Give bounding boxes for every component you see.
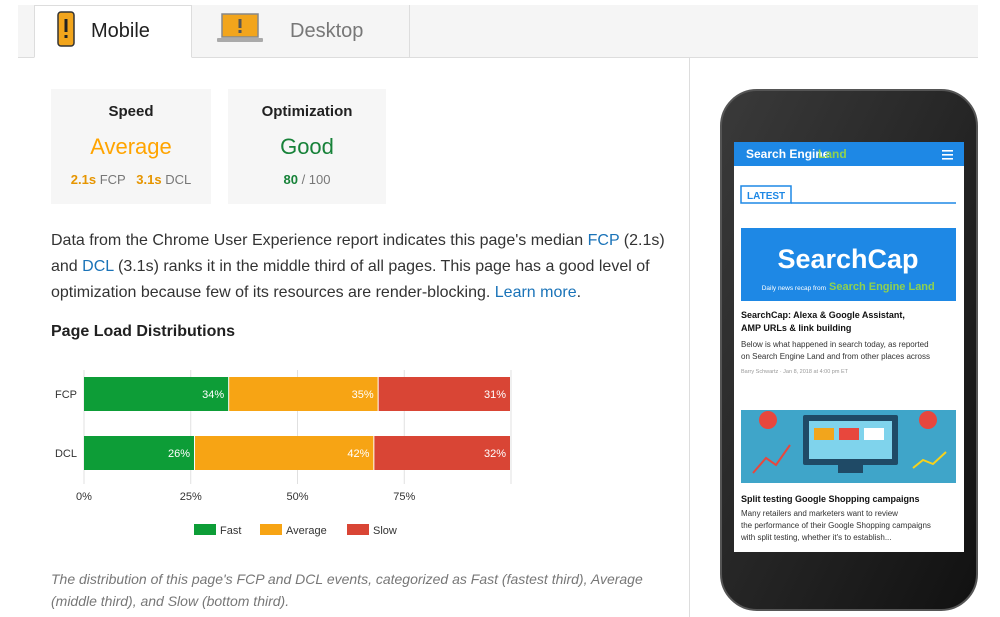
speed-metrics: 2.1s FCP 3.1s DCL — [51, 172, 211, 187]
legend-swatch-average — [260, 524, 282, 535]
x-tick-2: 50% — [286, 491, 308, 503]
chart-caption: The distribution of this page's FCP and … — [51, 571, 643, 609]
phone-article1-meta: Barry Schwartz · Jan 8, 2018 at 4:00 pm … — [741, 369, 849, 375]
optimization-score-line: 80 / 100 — [228, 172, 386, 187]
phone-article1-title-l1: SearchCap: Alexa & Google Assistant, — [741, 310, 905, 320]
mobile-phone-icon — [55, 10, 77, 53]
category-label-dcl: DCL — [55, 448, 77, 460]
device-tab-bar: Mobile Desktop — [18, 5, 978, 58]
hamburger-menu-icon — [942, 150, 953, 160]
dcl-link[interactable]: DCL — [82, 258, 113, 275]
optimization-max: / 100 — [301, 172, 331, 187]
bar-label-fcp-slow: 31% — [484, 389, 506, 401]
fcp-value: 2.1s — [70, 172, 97, 187]
x-tick-3: 75% — [393, 491, 415, 503]
x-tick-1: 25% — [180, 491, 202, 503]
speed-title: Speed — [108, 103, 154, 120]
phone-article2-body-l1: Many retailers and marketers want to rev… — [741, 509, 898, 518]
bar-label-fcp-fast: 34% — [202, 389, 224, 401]
speed-card: Speed Average 2.1s FCP 3.1s DCL — [51, 89, 211, 204]
legend-label-average: Average — [286, 525, 327, 537]
x-tick-0: 0% — [76, 491, 92, 503]
section-title: Page Load Distributions — [51, 323, 236, 340]
phone-article1-body-l2: on Search Engine Land and from other pla… — [741, 352, 930, 361]
phone-article2-body-l3: with split testing, whether it's to esta… — [740, 533, 891, 542]
phone-article2-body-l2: the performance of their Google Shopping… — [741, 521, 931, 530]
legend-swatch-fast — [194, 524, 216, 535]
page-load-distribution-chart: FCP 34% 35% 31% DCL 26% 42% 32% 0% 25% 50% 75% Fast A… — [55, 370, 512, 537]
tab-desktop[interactable]: Desktop — [198, 5, 410, 57]
bar-label-fcp-average: 35% — [352, 389, 374, 401]
phone-hero-sub-brand: Search Engine Land — [829, 281, 935, 293]
panel-divider — [689, 57, 690, 617]
phone-section-label: LATEST — [747, 191, 785, 202]
bar-label-dcl-average: 42% — [347, 448, 369, 460]
optimization-card: Optimization Good 80 / 100 — [228, 89, 386, 204]
legend-label-fast: Fast — [220, 525, 241, 537]
tab-mobile-label: Mobile — [91, 20, 150, 42]
tab-mobile[interactable]: Mobile — [34, 5, 192, 58]
laptop-icon — [216, 12, 264, 50]
tab-desktop-label: Desktop — [290, 19, 364, 42]
desc-part4: . — [576, 284, 582, 301]
fcp-link[interactable]: FCP — [588, 232, 620, 249]
summary-description: Data from the Chrome User Experience rep… — [51, 228, 681, 306]
desc-part1: Data from the Chrome User Experience rep… — [51, 232, 588, 249]
bar-label-dcl-slow: 32% — [484, 448, 506, 460]
optimization-title: Optimization — [261, 103, 353, 120]
phone-article1-body-l1: Below is what happened in search today, … — [741, 340, 929, 349]
phone-hero-title: SearchCap — [777, 244, 918, 274]
speed-rating: Average — [90, 134, 172, 159]
phone-article1-title-l2: AMP URLs & link building — [741, 323, 851, 333]
legend-label-slow: Slow — [373, 525, 397, 537]
optimization-rating: Good — [280, 134, 334, 159]
dcl-label: DCL — [165, 172, 192, 187]
optimization-score: 80 — [283, 172, 298, 187]
legend-swatch-slow — [347, 524, 369, 535]
phone-brand-accent: Land — [818, 147, 847, 161]
bar-label-dcl-fast: 26% — [168, 448, 190, 460]
mobile-preview: Search Engine Land LATEST SearchCap Dail… — [720, 89, 978, 611]
phone-hero-sub: Daily news recap from — [762, 285, 826, 292]
learn-more-link[interactable]: Learn more — [495, 284, 577, 301]
phone-article2-title: Split testing Google Shopping campaigns — [741, 494, 920, 504]
dcl-value: 3.1s — [136, 172, 162, 187]
category-label-fcp: FCP — [55, 389, 77, 401]
fcp-label: FCP — [99, 172, 126, 187]
